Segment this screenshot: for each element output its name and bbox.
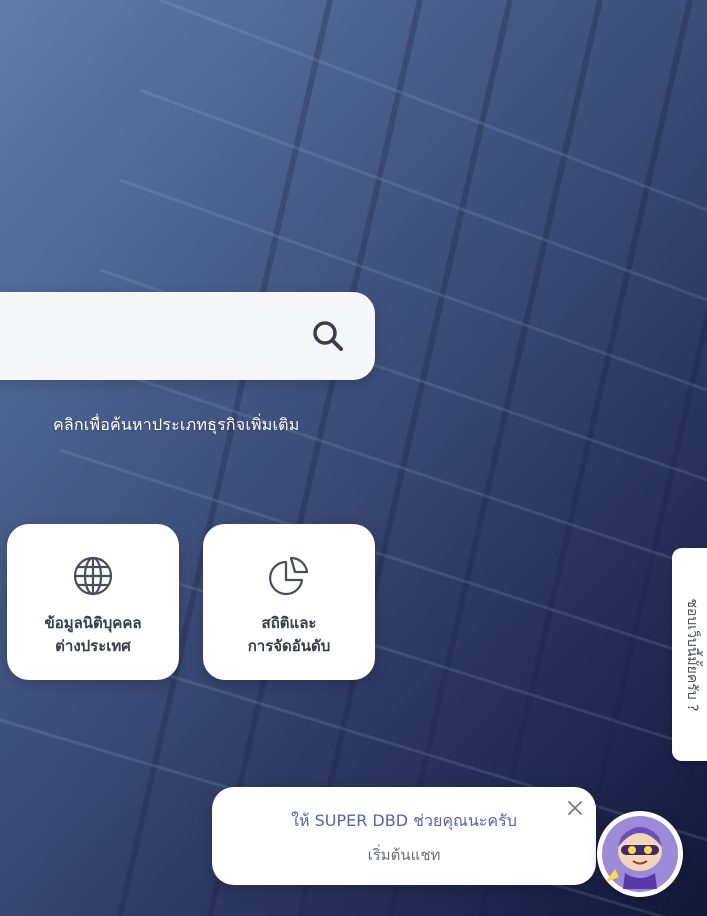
more-business-types-link[interactable]: คลิกเพื่อค้นหาประเภทธุรกิจเพิ่มเติม — [53, 413, 393, 438]
page: คลิกเพื่อค้นหาประเภทธุรกิจเพิ่มเติม ข้อม… — [0, 0, 707, 916]
foreign-entity-label: ข้อมูลนิติบุคคล ต่างประเทศ — [7, 612, 179, 658]
start-chat-link[interactable]: เริ่มต้นแชท — [212, 843, 596, 867]
card-label-line-2: ต่างประเทศ — [55, 637, 131, 655]
card-label-line-1: สถิติและ — [261, 614, 317, 632]
feedback-label: ชอบเว็บนี้มั้ยครับ ? — [684, 598, 700, 711]
statistics-ranking-label: สถิติและ การจัดอันดับ — [203, 612, 375, 658]
chat-title: ให้ SUPER DBD ช่วยคุณนะครับ — [291, 811, 517, 830]
building-background-image — [0, 0, 707, 916]
card-label-line-1: ข้อมูลนิติบุคคล — [44, 614, 142, 632]
mascot-avatar-icon — [602, 816, 678, 892]
foreign-entity-card[interactable]: ข้อมูลนิติบุคคล ต่างประเทศ — [7, 524, 179, 680]
search-button[interactable] — [300, 310, 356, 362]
statistics-ranking-card[interactable]: สถิติและ การจัดอันดับ — [203, 524, 375, 680]
chat-prompt-bubble[interactable]: ให้ SUPER DBD ช่วยคุณนะครับ เริ่มต้นแชท — [212, 787, 596, 885]
card-label-line-2: การจัดอันดับ — [247, 637, 331, 655]
search-icon — [313, 321, 343, 351]
globe-icon — [73, 556, 113, 596]
close-icon — [568, 801, 582, 815]
close-chat-button[interactable] — [564, 797, 586, 819]
pie-chart-icon — [269, 556, 309, 596]
chatbot-avatar-button[interactable] — [597, 811, 683, 897]
feedback-tab[interactable]: ชอบเว็บนี้มั้ยครับ ? — [672, 548, 707, 761]
